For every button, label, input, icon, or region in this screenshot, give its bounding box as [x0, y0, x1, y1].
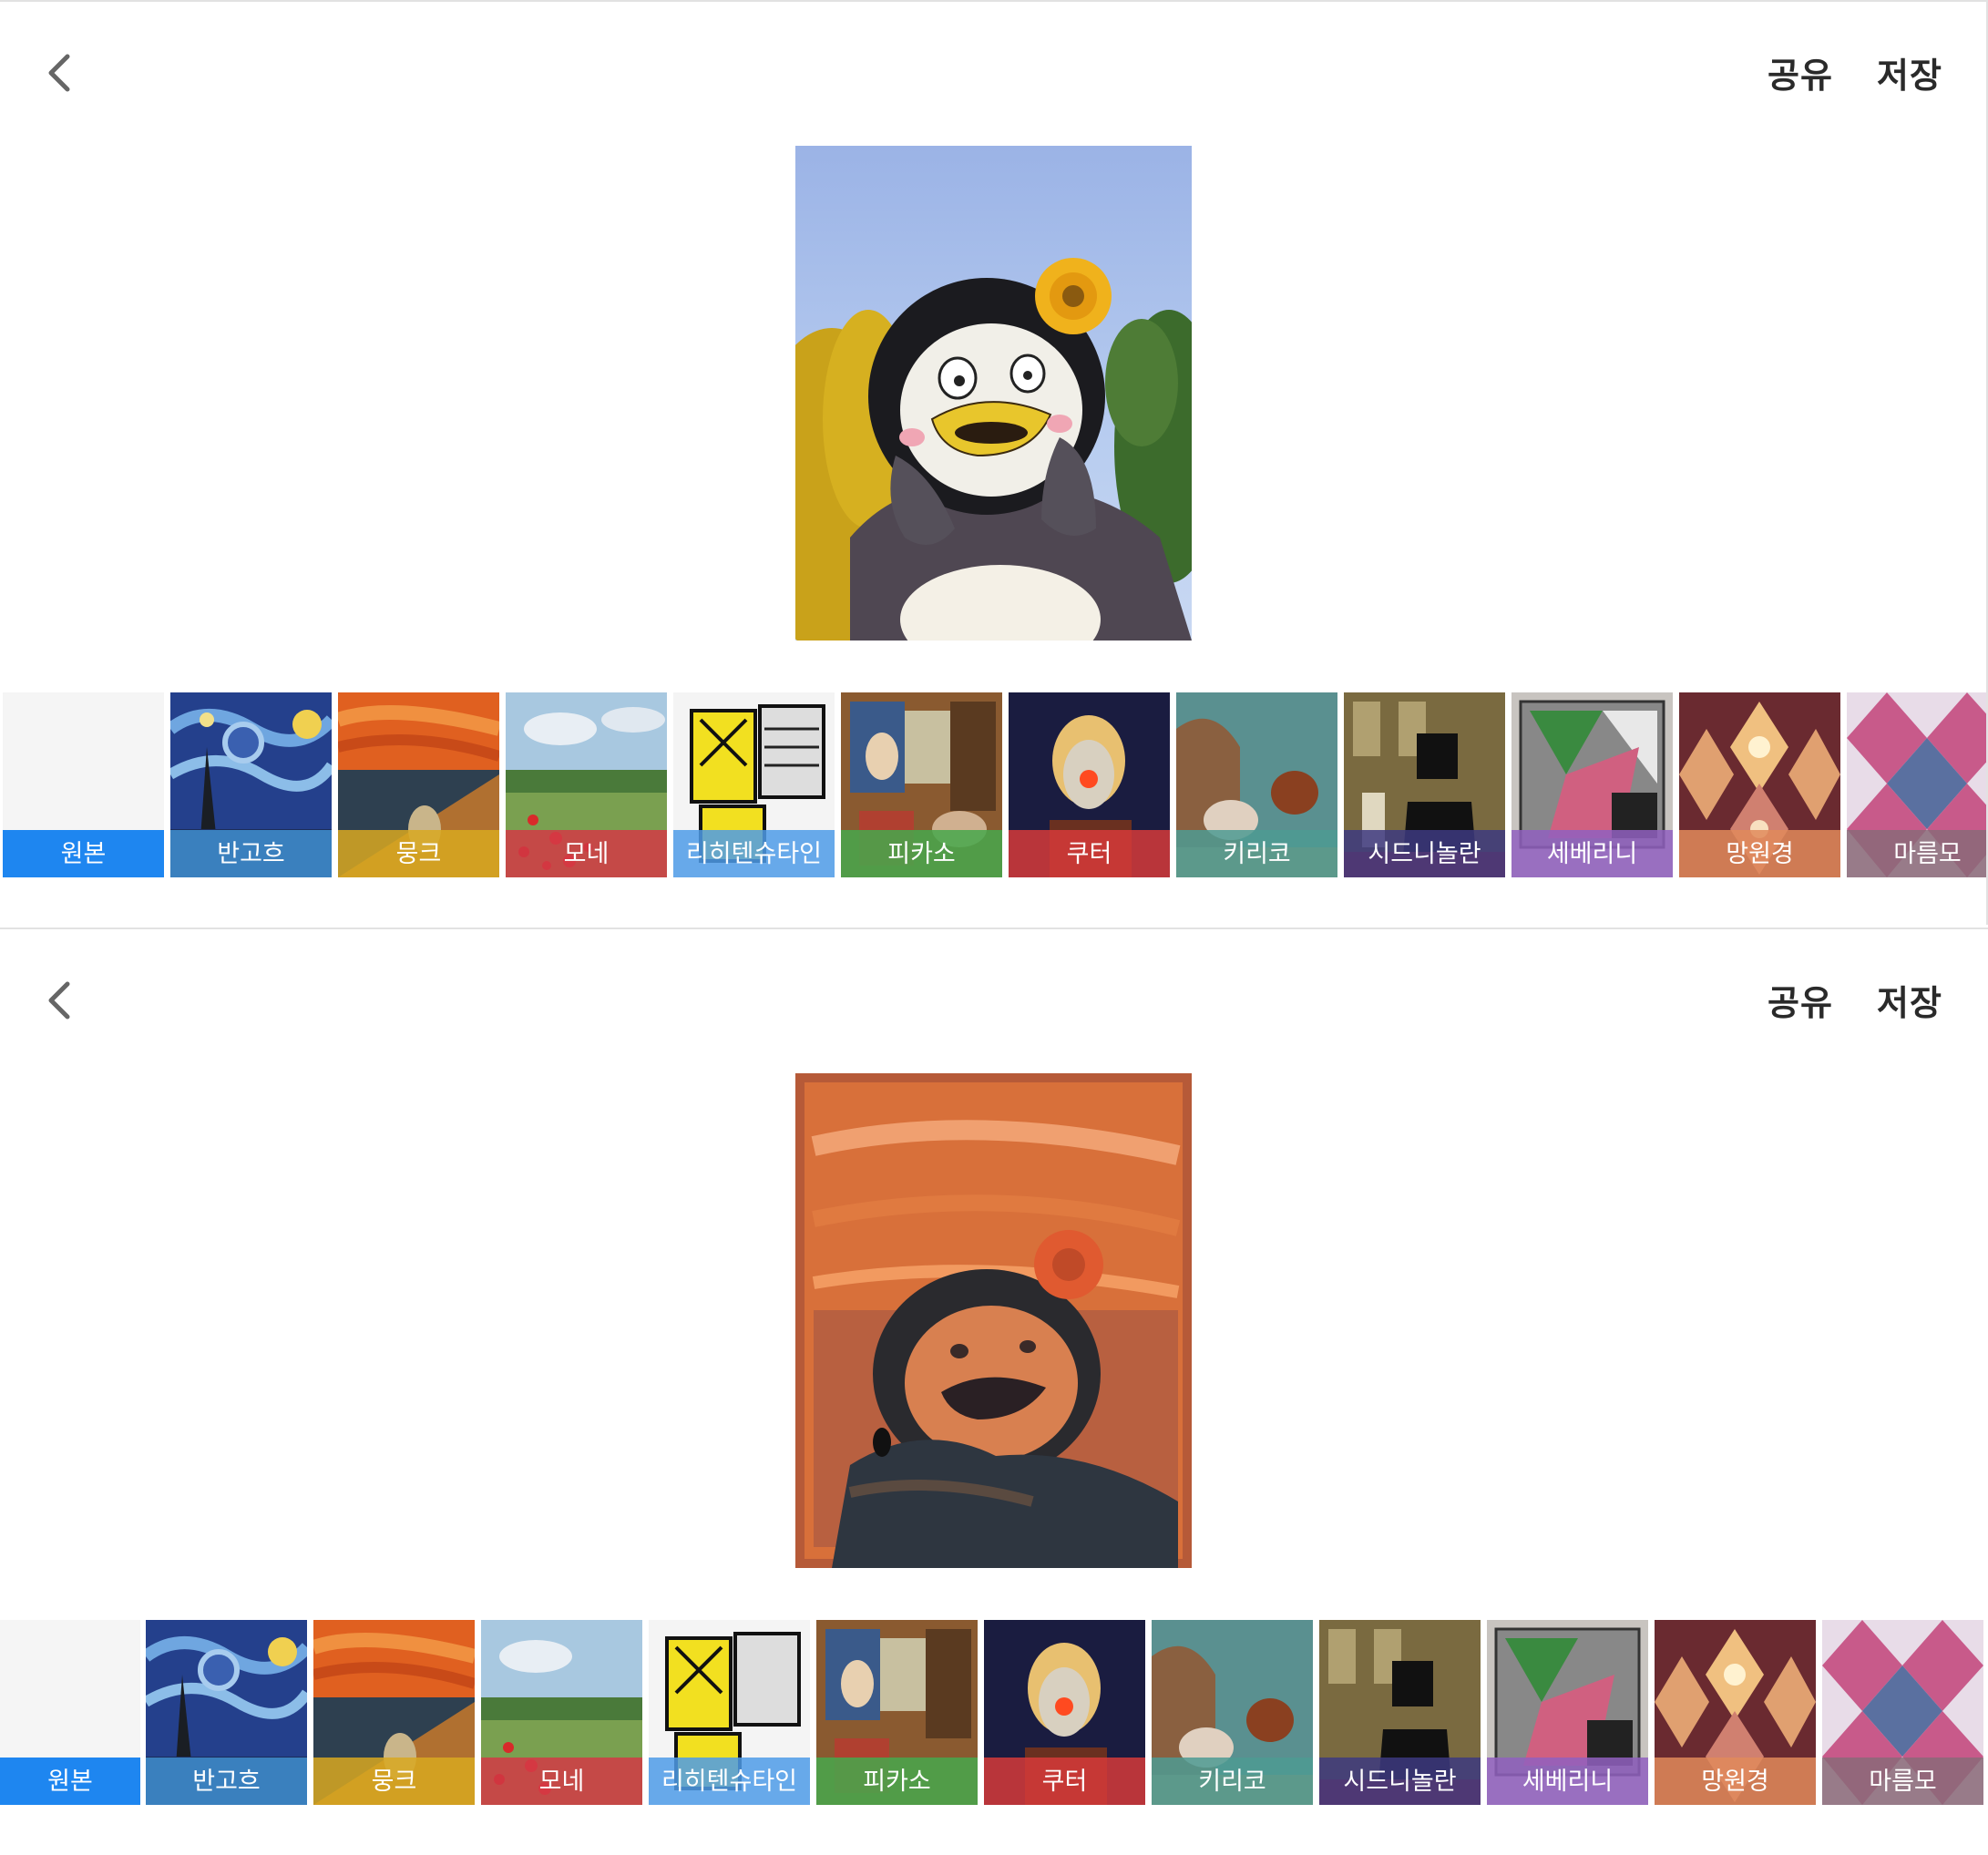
filter-tile-severini[interactable]: 세베리니: [1487, 1620, 1648, 1805]
filter-tile-chirico[interactable]: 키리코: [1152, 1620, 1313, 1805]
filter-label: 시드니놀란: [1344, 830, 1505, 877]
filter-tile-chirico[interactable]: 키리코: [1176, 692, 1337, 877]
filter-label: 쿠터: [1009, 830, 1170, 877]
filter-label: 리히텐슈타인: [673, 830, 835, 877]
filter-label: 원본: [3, 830, 164, 877]
filter-label: 반고흐: [146, 1758, 307, 1805]
filter-label: 원본: [0, 1758, 140, 1805]
filter-label: 망원경: [1655, 1758, 1816, 1805]
filter-tile-vangogh[interactable]: 반고흐: [146, 1620, 307, 1805]
filter-tile-original[interactable]: 원본: [3, 692, 164, 877]
share-button[interactable]: 공유: [1768, 975, 1833, 1025]
filter-tile-picasso[interactable]: 피카소: [841, 692, 1002, 877]
editor-screen-2: 공유 저장 원본 반고흐 뭉크 모네 리히텐슈타인 피카소 쿠터 키리코 시드니…: [0, 928, 1988, 1852]
photo-preview: [795, 1073, 1192, 1568]
filter-tile-nolan[interactable]: 시드니놀란: [1344, 692, 1505, 877]
share-button[interactable]: 공유: [1768, 47, 1833, 97]
filter-tile-monet[interactable]: 모네: [481, 1620, 642, 1805]
filter-label: 마름모: [1822, 1758, 1983, 1805]
filter-label: 망원경: [1679, 830, 1840, 877]
filter-label: 키리코: [1176, 830, 1337, 877]
filter-tile-monet[interactable]: 모네: [506, 692, 667, 877]
filter-label: 반고흐: [170, 830, 332, 877]
filter-tile-munch[interactable]: 뭉크: [313, 1620, 475, 1805]
filter-tile-diamond[interactable]: 마름모: [1822, 1620, 1983, 1805]
editor-screen-1: 공유 저장 원본 반고흐 뭉크 모네 리히텐슈타인 피카소 쿠터 키리코 시드니…: [0, 0, 1988, 925]
filter-label: 마름모: [1847, 830, 1986, 877]
filter-label: 피카소: [841, 830, 1002, 877]
filter-label: 뭉크: [313, 1758, 475, 1805]
chevron-left-icon[interactable]: [40, 977, 80, 1024]
filter-label: 세베리니: [1511, 830, 1673, 877]
chevron-left-icon[interactable]: [40, 49, 80, 97]
filter-tile-kuter[interactable]: 쿠터: [984, 1620, 1145, 1805]
filter-label: 쿠터: [984, 1758, 1145, 1805]
filter-tile-vangogh[interactable]: 반고흐: [170, 692, 332, 877]
filter-tile-lichtenstein[interactable]: 리히텐슈타인: [673, 692, 835, 877]
filter-strip[interactable]: 원본 반고흐 뭉크 모네 리히텐슈타인 피카소 쿠터 키리코 시드니놀란 세베리…: [0, 1620, 1988, 1805]
filter-tile-nolan[interactable]: 시드니놀란: [1319, 1620, 1481, 1805]
save-button[interactable]: 저장: [1877, 47, 1942, 97]
filter-tile-lichtenstein[interactable]: 리히텐슈타인: [649, 1620, 810, 1805]
photo-preview: [795, 146, 1192, 641]
filter-label: 키리코: [1152, 1758, 1313, 1805]
filter-tile-munch[interactable]: 뭉크: [338, 692, 499, 877]
filter-label: 모네: [506, 830, 667, 877]
filter-label: 세베리니: [1487, 1758, 1648, 1805]
filter-tile-telescope[interactable]: 망원경: [1655, 1620, 1816, 1805]
filter-label: 모네: [481, 1758, 642, 1805]
filter-tile-picasso[interactable]: 피카소: [816, 1620, 978, 1805]
filter-tile-original[interactable]: 원본: [0, 1620, 140, 1805]
filter-label: 뭉크: [338, 830, 499, 877]
filter-tile-diamond[interactable]: 마름모: [1847, 692, 1986, 877]
filter-label: 피카소: [816, 1758, 978, 1805]
filter-label: 시드니놀란: [1319, 1758, 1481, 1805]
filter-tile-kuter[interactable]: 쿠터: [1009, 692, 1170, 877]
filter-label: 리히텐슈타인: [649, 1758, 810, 1805]
filter-strip[interactable]: 원본 반고흐 뭉크 모네 리히텐슈타인 피카소 쿠터 키리코 시드니놀란 세베리…: [0, 692, 1986, 877]
filter-tile-telescope[interactable]: 망원경: [1679, 692, 1840, 877]
save-button[interactable]: 저장: [1877, 975, 1942, 1025]
filter-tile-severini[interactable]: 세베리니: [1511, 692, 1673, 877]
